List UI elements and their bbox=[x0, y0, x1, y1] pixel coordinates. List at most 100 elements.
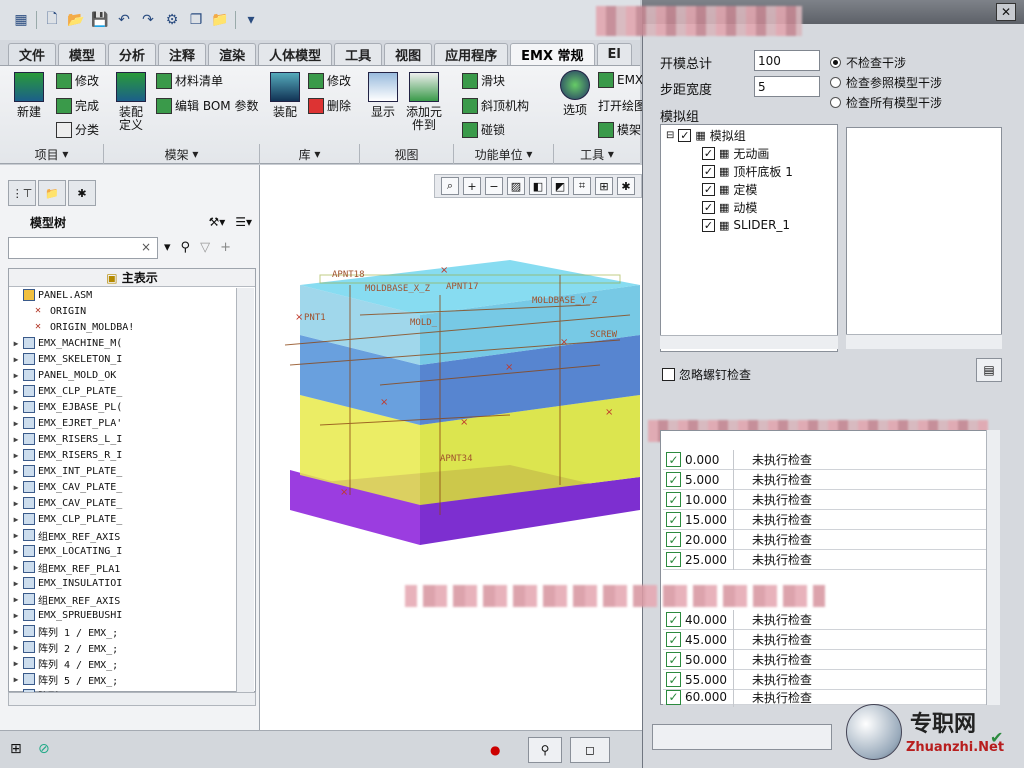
checkbox[interactable]: ✓ bbox=[702, 218, 715, 232]
table-row[interactable]: ✓ 40.000 未执行检查 bbox=[663, 609, 986, 630]
checkbox[interactable] bbox=[662, 367, 675, 381]
row-checkbox[interactable]: ✓ bbox=[666, 689, 681, 705]
new-icon[interactable]: 🗋 bbox=[43, 11, 61, 29]
tree-row[interactable]: PANEL.ASM bbox=[9, 287, 255, 303]
browser-toggle-icon[interactable]: ⊘ bbox=[38, 741, 50, 757]
table-row[interactable]: ✓ 50.000 未执行检查 bbox=[663, 649, 986, 670]
tree-search-input[interactable]: × bbox=[8, 237, 158, 259]
group-function-units[interactable]: 功能单位 ▾ bbox=[454, 144, 554, 164]
table-row[interactable]: ✓ 45.000 未执行检查 bbox=[663, 629, 986, 650]
group-project[interactable]: 项目 ▾ bbox=[0, 144, 104, 164]
expand-arrow-icon[interactable]: ▶ bbox=[9, 547, 23, 556]
modify-project-button[interactable]: 修改 bbox=[56, 72, 99, 89]
tab-emx-more[interactable]: El bbox=[596, 43, 632, 65]
modify-library-button[interactable]: 修改 bbox=[308, 72, 351, 89]
redo-icon[interactable]: ↷ bbox=[139, 11, 157, 29]
tab-analysis[interactable]: 分析 bbox=[108, 43, 157, 65]
table-options-icon[interactable]: ▤ bbox=[976, 358, 1002, 382]
classify-button[interactable]: 分类 bbox=[56, 121, 99, 138]
tree-row[interactable]: ▶ EMX_RISERS_L_I bbox=[9, 431, 255, 447]
row-checkbox[interactable]: ✓ bbox=[666, 612, 681, 627]
tab-model[interactable]: 模型 bbox=[58, 43, 107, 65]
tree-horizontal-scrollbar[interactable] bbox=[8, 692, 256, 706]
checkbox[interactable]: ✓ bbox=[702, 182, 715, 196]
tab-tools[interactable]: 工具 bbox=[334, 43, 383, 65]
display-style-icon[interactable]: ◧ bbox=[529, 177, 547, 195]
tab-annotate[interactable]: 注释 bbox=[158, 43, 207, 65]
tab-applications[interactable]: 应用程序 bbox=[434, 43, 509, 65]
expand-arrow-icon[interactable]: ▶ bbox=[9, 435, 23, 444]
tree-row[interactable]: ▶ 组EMX_REF_AXIS bbox=[9, 527, 255, 543]
tree-row[interactable]: ✕ ORIGIN bbox=[9, 303, 255, 319]
table-row[interactable]: ✓ 5.000 未执行检查 bbox=[663, 469, 986, 490]
expand-arrow-icon[interactable]: ▶ bbox=[9, 627, 23, 636]
row-checkbox[interactable]: ✓ bbox=[666, 512, 681, 527]
folder-browser-tab-icon[interactable]: 📁 bbox=[38, 180, 66, 206]
tree-row[interactable]: ▶ 阵列 2 / EMX_; bbox=[9, 639, 255, 655]
tree-row[interactable]: ▶ EMX_INT_PLATE_ bbox=[9, 463, 255, 479]
table-row[interactable]: ✓ 0.000 未执行检查 bbox=[663, 449, 986, 470]
edit-bom-button[interactable]: 编辑 BOM 参数 bbox=[156, 97, 258, 114]
emx-button[interactable]: EMX bbox=[598, 72, 643, 88]
model-tree-tab-icon[interactable]: ⋮⊤ bbox=[8, 180, 36, 206]
collapse-icon[interactable]: ⊟ bbox=[666, 130, 674, 141]
row-checkbox[interactable]: ✓ bbox=[666, 452, 681, 467]
group-item[interactable]: ✓ ▦ 无动画 bbox=[702, 144, 769, 162]
expand-arrow-icon[interactable]: ▶ bbox=[9, 339, 23, 348]
expand-arrow-icon[interactable]: ▶ bbox=[9, 611, 23, 620]
tree-row[interactable]: ▶ 阵列 4 / EMX_; bbox=[9, 655, 255, 671]
group-item[interactable]: ✓ ▦ SLIDER_1 bbox=[702, 216, 790, 234]
table-vertical-scrollbar[interactable] bbox=[986, 430, 1000, 705]
open-total-input[interactable]: 100 bbox=[754, 50, 820, 71]
save-icon[interactable]: 💾 bbox=[91, 11, 109, 29]
group-library[interactable]: 库 ▾ bbox=[260, 144, 360, 164]
repaint-icon[interactable]: ▨ bbox=[507, 177, 525, 195]
tab-emx-general[interactable]: EMX 常规 bbox=[510, 43, 595, 65]
add-column-icon[interactable]: + bbox=[220, 240, 231, 255]
tree-row[interactable]: ▶ EMX_MACHINE_M( bbox=[9, 335, 255, 351]
display-button[interactable]: 显示 bbox=[368, 72, 398, 119]
row-checkbox[interactable]: ✓ bbox=[666, 552, 681, 567]
row-checkbox[interactable]: ✓ bbox=[666, 632, 681, 647]
customize-icon[interactable]: ▾ bbox=[242, 11, 260, 29]
radio-no-interference-check[interactable]: 不检查干涉 bbox=[830, 54, 906, 71]
tab-manikin[interactable]: 人体模型 bbox=[258, 43, 333, 65]
tree-row[interactable]: ▶ 阵列 1 / EMX_; bbox=[9, 623, 255, 639]
radio-check-all[interactable]: 检查所有模型干涉 bbox=[830, 94, 942, 111]
undo-icon[interactable]: ↶ bbox=[115, 11, 133, 29]
find-icon[interactable]: ⚲ bbox=[528, 737, 562, 763]
open-drawing-button[interactable]: 打开绘图 bbox=[598, 97, 646, 114]
bom-button[interactable]: 材料清单 bbox=[156, 72, 223, 89]
expand-arrow-icon[interactable]: ▶ bbox=[9, 595, 23, 604]
expand-arrow-icon[interactable]: ▶ bbox=[9, 563, 23, 572]
step-width-input[interactable]: 5 bbox=[754, 76, 820, 97]
expand-arrow-icon[interactable]: ▶ bbox=[9, 531, 23, 540]
saved-views-icon[interactable]: ◩ bbox=[551, 177, 569, 195]
checkbox[interactable]: ✓ bbox=[702, 164, 715, 178]
expand-arrow-icon[interactable]: ▶ bbox=[9, 659, 23, 668]
tree-row[interactable]: ▶ EMX_CLP_PLATE_ bbox=[9, 511, 255, 527]
expand-arrow-icon[interactable]: ▶ bbox=[9, 419, 23, 428]
tree-row[interactable]: ▶ EMX_SKELETON_I bbox=[9, 351, 255, 367]
tree-row[interactable]: ▶ EMX_CAV_PLATE_ bbox=[9, 495, 255, 511]
expand-arrow-icon[interactable]: ▶ bbox=[9, 451, 23, 460]
row-checkbox[interactable]: ✓ bbox=[666, 532, 681, 547]
new-project-button[interactable]: 新建 bbox=[14, 72, 44, 119]
datum-display-icon[interactable]: ⌗ bbox=[573, 177, 591, 195]
expand-arrow-icon[interactable]: ▶ bbox=[9, 579, 23, 588]
settings-icon[interactable]: ⚒▾ bbox=[208, 215, 225, 229]
group-root[interactable]: ⊟ ✓ ▦ 模拟组 bbox=[666, 126, 746, 144]
assemble-button[interactable]: 装配 bbox=[270, 72, 300, 119]
mold-base-button[interactable]: 模架 bbox=[598, 121, 641, 138]
selection-filter-icon[interactable]: ◻ bbox=[570, 737, 610, 763]
ignore-screw-check[interactable]: 忽略螺钉检查 bbox=[662, 365, 751, 383]
annotation-display-icon[interactable]: ⊞ bbox=[595, 177, 613, 195]
row-checkbox[interactable]: ✓ bbox=[666, 472, 681, 487]
checkbox[interactable]: ✓ bbox=[702, 200, 715, 214]
dropdown-arrow-icon[interactable]: ▾ bbox=[164, 240, 171, 255]
tree-row[interactable]: ▶ PANEL_MOLD_OK bbox=[9, 367, 255, 383]
row-checkbox[interactable]: ✓ bbox=[666, 672, 681, 687]
table-row[interactable]: ✓ 20.000 未执行检查 bbox=[663, 529, 986, 550]
expand-arrow-icon[interactable]: ▶ bbox=[9, 387, 23, 396]
refit-icon[interactable]: ⌕ bbox=[441, 177, 459, 195]
